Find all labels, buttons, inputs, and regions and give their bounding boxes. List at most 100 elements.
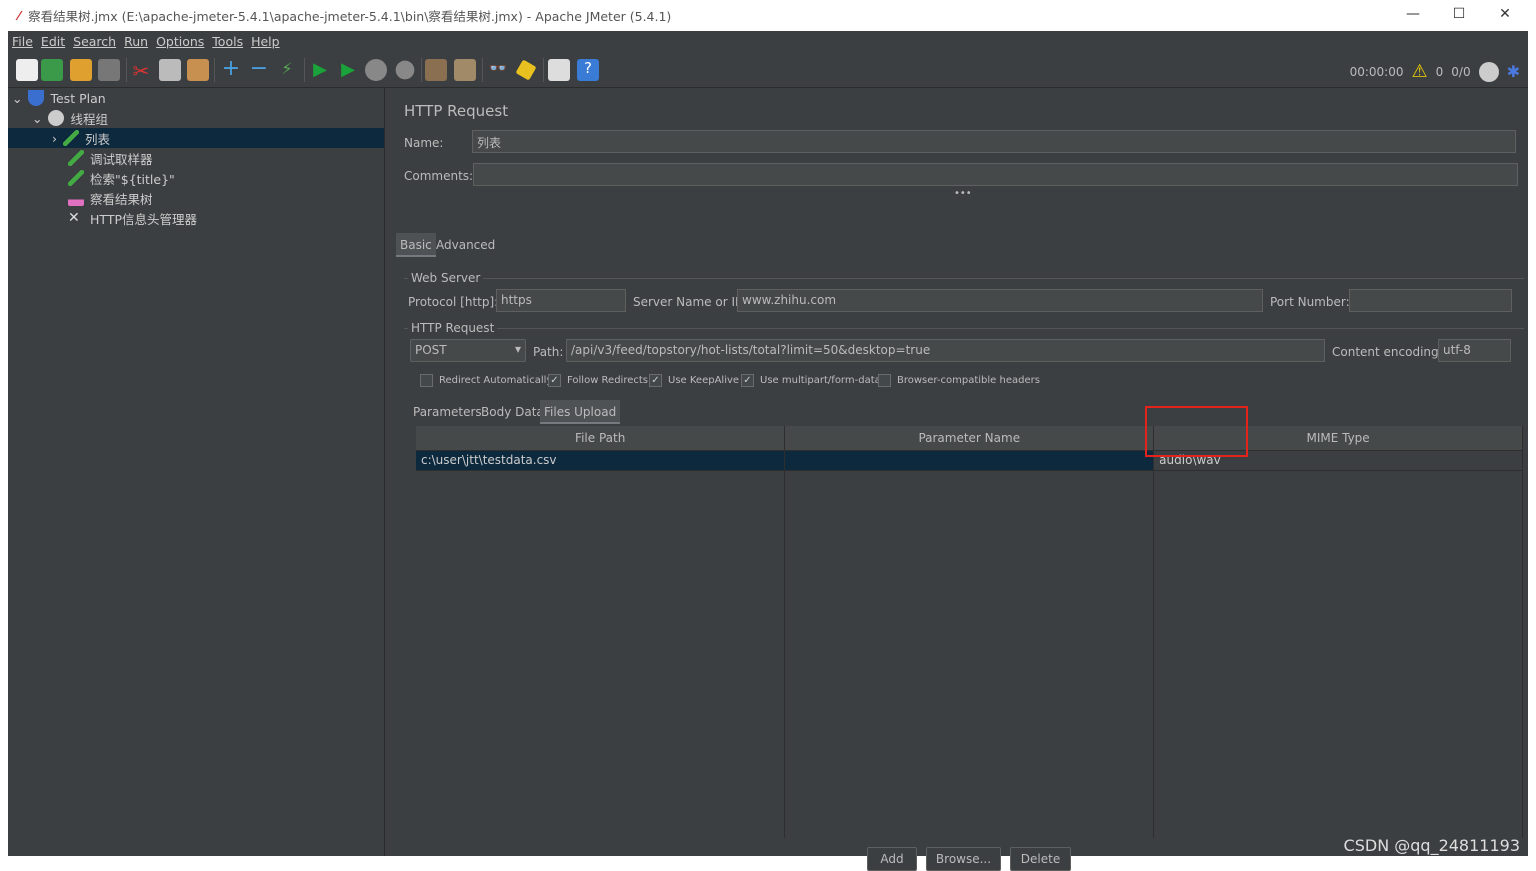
port-label: Port Number: (1270, 295, 1350, 309)
menu-options[interactable]: Options (156, 34, 204, 49)
toolbar: ✂ + − ⚡ ▶ ▶ 👓 ? 00:00:00 ⚠ 0 0/0 ✱ (8, 52, 1528, 88)
sampler-icon (63, 130, 79, 146)
tree-node-list[interactable]: › 列表 (8, 128, 384, 148)
web-server-legend: Web Server (408, 271, 484, 285)
cut-icon[interactable]: ✂ (130, 59, 152, 83)
jmeter-logo-icon: ⁄ (18, 8, 21, 23)
stop-icon[interactable] (365, 59, 387, 81)
path-field[interactable]: /api/v3/feed/topstory/hot-lists/total?li… (566, 339, 1325, 362)
elapsed-timer: 00:00:00 (1349, 64, 1404, 79)
tree-node-label: 列表 (85, 131, 111, 147)
cell-file-path[interactable]: c:\user\jtt\testdata.csv (416, 450, 786, 470)
dropdown-arrow-icon: ▾ (514, 342, 521, 356)
expand-icon[interactable]: + (220, 58, 242, 81)
help-icon[interactable]: ? (577, 59, 599, 81)
menu-file[interactable]: File (12, 34, 33, 49)
open-icon[interactable] (70, 59, 92, 81)
splitter-handle[interactable]: ••• (954, 188, 972, 199)
browser-headers-checkbox[interactable] (878, 374, 891, 387)
method-select[interactable]: POST ▾ (410, 339, 526, 362)
tree-node-thread-group[interactable]: ⌄ 线程组 (32, 108, 108, 128)
tree-node-debug-sampler[interactable]: 调试取样器 (68, 148, 153, 168)
menu-help[interactable]: Help (251, 34, 280, 49)
tree-node-results-tree[interactable]: 察看结果树 (68, 188, 153, 208)
reset-search-icon[interactable] (515, 59, 537, 81)
clear-icon[interactable] (425, 59, 447, 81)
start-icon[interactable]: ▶ (309, 59, 331, 81)
encoding-field[interactable]: utf-8 (1438, 339, 1511, 362)
name-field[interactable]: 列表 (472, 130, 1516, 153)
menu-run[interactable]: Run (124, 34, 148, 49)
table-row[interactable]: c:\user\jtt\testdata.csv audio\wav (416, 450, 1523, 470)
warning-icon[interactable]: ⚠ (1412, 61, 1428, 82)
sampler-icon (68, 150, 84, 166)
test-plan-tree: ⌄ Test Plan ⌄ 线程组 › 列表 调试取样器 检索"${title}" 察… (8, 88, 385, 856)
maximize-button[interactable]: ☐ (1449, 6, 1469, 22)
encoding-label: Content encoding: (1332, 345, 1443, 359)
save-icon[interactable] (98, 59, 120, 81)
tree-node-label: 察看结果树 (90, 191, 153, 207)
http-request-legend: HTTP Request (408, 321, 498, 335)
tree-node-header-manager[interactable]: ✕ HTTP信息头管理器 (68, 208, 197, 228)
protocol-label: Protocol [http]: (408, 295, 499, 309)
error-count: 0 (1435, 64, 1444, 79)
annotation-highlight-box (1145, 406, 1248, 457)
chevron-right-icon[interactable]: › (52, 131, 57, 146)
search-icon[interactable]: 👓 (487, 59, 509, 81)
server-field[interactable]: www.zhihu.com (737, 289, 1263, 312)
jmeter-window: File Edit Search Run Options Tools Help … (8, 31, 1528, 871)
window-title: 察看结果树.jmx (E:\apache-jmeter-5.4.1\apache… (28, 9, 672, 24)
title-bar: ⁄ 察看结果树.jmx (E:\apache-jmeter-5.4.1\apac… (8, 0, 1528, 31)
tree-node-test-plan[interactable]: ⌄ Test Plan (12, 88, 106, 108)
copy-icon[interactable] (159, 59, 181, 81)
subtab-body-data[interactable]: Body Data (477, 400, 548, 424)
collapse-icon[interactable]: − (248, 58, 270, 81)
tree-node-label: Test Plan (50, 90, 106, 106)
multipart-label: Use multipart/form-data (760, 375, 881, 386)
add-button[interactable]: Add (867, 847, 917, 871)
subtab-parameters[interactable]: Parameters (409, 400, 486, 424)
column-file-path[interactable]: File Path (416, 426, 786, 451)
redirect-automatically-checkbox[interactable] (420, 374, 433, 387)
thread-group-icon (48, 110, 65, 126)
tree-node-label: HTTP信息头管理器 (90, 211, 197, 227)
comments-field[interactable] (473, 163, 1518, 186)
close-button[interactable]: ✕ (1495, 6, 1515, 22)
tab-advanced[interactable]: Advanced (432, 233, 499, 257)
remote-icon[interactable] (1478, 61, 1499, 82)
multipart-checkbox[interactable]: ✓ (741, 374, 754, 387)
menu-edit[interactable]: Edit (41, 34, 65, 49)
panel-title: HTTP Request (404, 102, 509, 120)
paste-icon[interactable] (187, 59, 209, 81)
templates-icon[interactable] (41, 59, 63, 81)
minimize-button[interactable]: — (1403, 6, 1423, 22)
tree-node-label: 线程组 (70, 111, 108, 127)
log-icon[interactable]: ✱ (1507, 62, 1520, 81)
function-helper-icon[interactable] (548, 59, 570, 81)
follow-redirects-checkbox[interactable]: ✓ (548, 374, 561, 387)
new-icon[interactable] (16, 59, 38, 81)
files-table: File Path Parameter Name MIME Type c:\us… (416, 426, 1523, 838)
tree-node-label: 检索"${title}" (90, 171, 175, 187)
toggle-icon[interactable]: ⚡ (276, 59, 298, 81)
keepalive-checkbox[interactable]: ✓ (649, 374, 662, 387)
menu-search[interactable]: Search (73, 34, 116, 49)
chevron-down-icon[interactable]: ⌄ (12, 91, 22, 106)
cell-parameter-name[interactable] (784, 450, 1155, 470)
protocol-field[interactable]: https (496, 289, 626, 312)
menu-tools[interactable]: Tools (212, 34, 243, 49)
column-parameter-name[interactable]: Parameter Name (784, 426, 1155, 451)
shutdown-icon[interactable] (395, 60, 415, 80)
delete-button[interactable]: Delete (1010, 847, 1071, 871)
test-plan-icon (28, 90, 45, 106)
tab-basic[interactable]: Basic (396, 233, 436, 257)
chevron-down-icon[interactable]: ⌄ (32, 111, 42, 126)
clear-all-icon[interactable] (454, 59, 476, 81)
browse-button[interactable]: Browse... (926, 847, 1001, 871)
comments-label: Comments: (404, 169, 474, 183)
method-value: POST (415, 343, 447, 357)
start-no-pause-icon[interactable]: ▶ (337, 59, 359, 81)
subtab-files-upload[interactable]: Files Upload (540, 400, 621, 424)
tree-node-search-sampler[interactable]: 检索"${title}" (68, 168, 175, 188)
port-field[interactable] (1349, 289, 1512, 312)
